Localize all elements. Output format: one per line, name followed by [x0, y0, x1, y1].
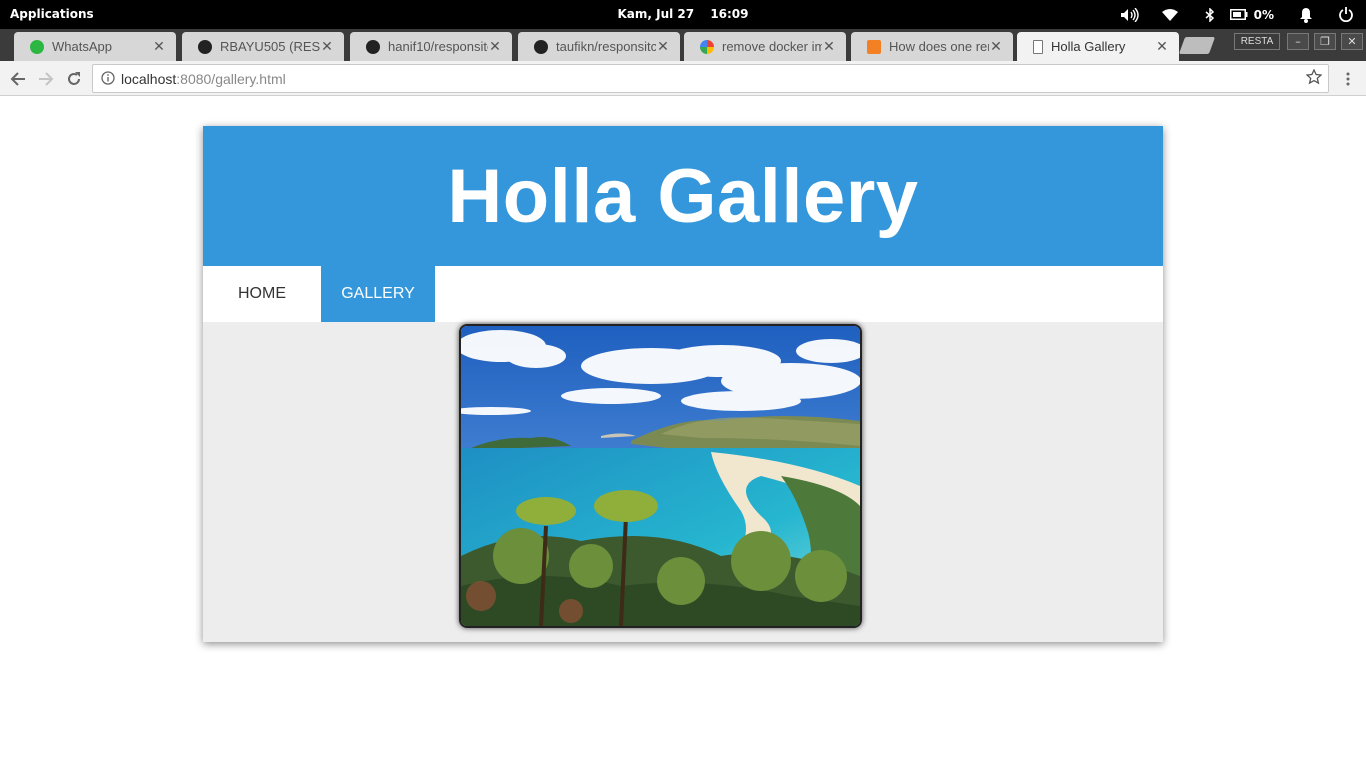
tab-stackoverflow[interactable]: How does one rem ✕: [851, 32, 1013, 61]
info-icon[interactable]: [101, 71, 115, 88]
tab-hanif10[interactable]: hanif10/responsito ✕: [350, 32, 512, 61]
back-icon[interactable]: [5, 66, 31, 92]
nav-gallery[interactable]: GALLERY: [321, 266, 435, 322]
profile-button[interactable]: RESTA: [1234, 33, 1280, 50]
browser-tabstrip: WhatsApp ✕ RBAYU505 (RESTA ✕ hanif10/res…: [0, 29, 1366, 61]
close-icon[interactable]: ✕: [656, 38, 670, 55]
github-icon: [366, 39, 380, 54]
url-path: :8080/gallery.html: [176, 71, 286, 87]
nav-home[interactable]: HOME: [203, 266, 321, 322]
tab-whatsapp[interactable]: WhatsApp ✕: [14, 32, 176, 61]
tab-title: Holla Gallery: [1051, 39, 1126, 54]
close-icon[interactable]: ✕: [488, 38, 502, 55]
close-icon[interactable]: ✕: [989, 38, 1003, 55]
tab-title: taufikn/responsitc: [556, 39, 656, 54]
bluetooth-icon[interactable]: [1190, 0, 1230, 29]
url-host: localhost: [121, 71, 177, 87]
web-page: Holla Gallery HOME GALLERY: [0, 96, 1366, 768]
tab-title: RBAYU505 (RESTA: [220, 39, 320, 54]
bookmark-star-icon[interactable]: [1305, 68, 1323, 88]
clock-date: Kam, Jul 27: [617, 7, 695, 21]
close-icon[interactable]: ✕: [822, 38, 836, 55]
tab-title: WhatsApp: [52, 39, 112, 54]
page-icon: [1033, 39, 1043, 54]
browser-toolbar: localhost:8080/gallery.html: [0, 61, 1366, 96]
close-icon[interactable]: ✕: [1155, 38, 1169, 55]
wifi-icon[interactable]: [1150, 0, 1190, 29]
power-icon[interactable]: [1326, 0, 1366, 29]
address-bar[interactable]: localhost:8080/gallery.html: [92, 64, 1329, 93]
clock-time: 16:09: [710, 7, 749, 21]
restore-icon[interactable]: ❐: [1314, 33, 1336, 50]
tab-holla-gallery[interactable]: Holla Gallery ✕: [1017, 32, 1179, 61]
stackoverflow-icon: [867, 39, 881, 54]
battery-status[interactable]: 0%: [1229, 7, 1274, 22]
forward-icon[interactable]: [33, 66, 59, 92]
tab-rbayu505[interactable]: RBAYU505 (RESTA ✕: [182, 32, 344, 61]
google-icon: [700, 39, 714, 54]
battery-icon: [1229, 9, 1248, 20]
gallery-image-beach[interactable]: [459, 324, 862, 628]
window-close-icon[interactable]: ✕: [1341, 33, 1363, 50]
close-icon[interactable]: ✕: [320, 38, 334, 55]
site-title: Holla Gallery: [447, 153, 919, 239]
tab-title: How does one rem: [889, 39, 989, 54]
reload-icon[interactable]: [61, 66, 87, 92]
tab-taufikn[interactable]: taufikn/responsitc ✕: [518, 32, 680, 61]
github-icon: [198, 39, 212, 54]
whatsapp-icon: [30, 39, 44, 54]
new-tab-button[interactable]: [1178, 37, 1216, 54]
tab-remove-docker[interactable]: remove docker ima ✕: [684, 32, 846, 61]
volume-icon[interactable]: [1110, 0, 1150, 29]
url-text: localhost:8080/gallery.html: [121, 71, 286, 87]
site-header: Holla Gallery: [203, 126, 1163, 266]
tab-title: hanif10/responsito: [388, 39, 488, 54]
battery-percent: 0%: [1253, 7, 1274, 22]
site-nav: HOME GALLERY: [203, 266, 1163, 322]
close-icon[interactable]: ✕: [152, 38, 166, 55]
site-container: Holla Gallery HOME GALLERY: [203, 126, 1163, 642]
system-top-panel: Applications Kam, Jul 27 16:09 0%: [0, 0, 1366, 29]
tab-title: remove docker ima: [722, 39, 822, 54]
bell-icon[interactable]: [1286, 0, 1326, 29]
minimize-icon[interactable]: –: [1287, 33, 1309, 50]
github-icon: [534, 39, 548, 54]
browser-menu-icon[interactable]: [1340, 66, 1356, 92]
